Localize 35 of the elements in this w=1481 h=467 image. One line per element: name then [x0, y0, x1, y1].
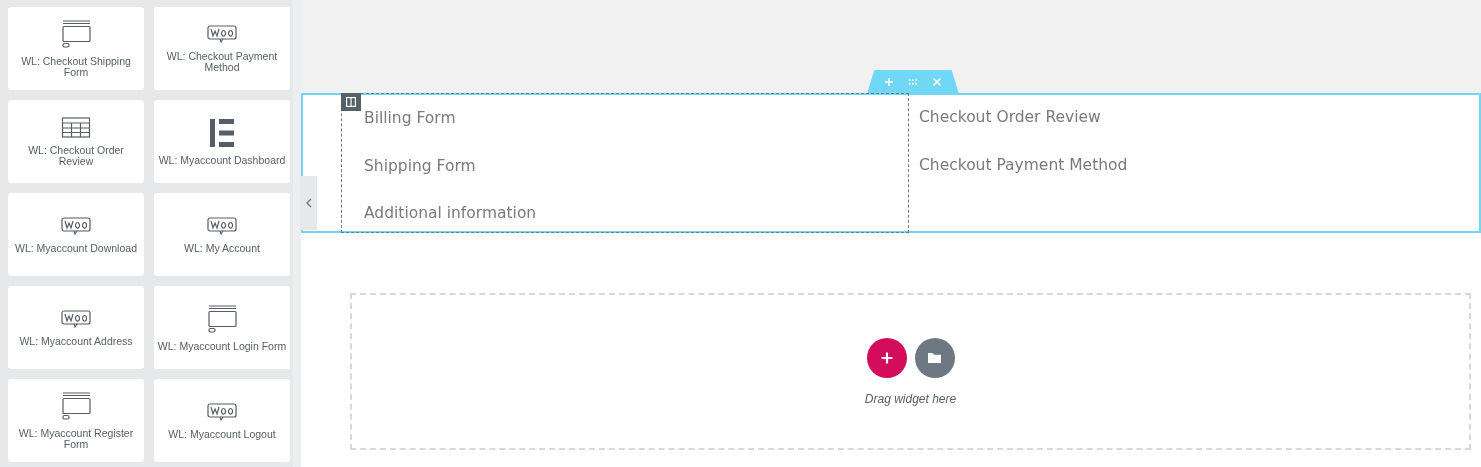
- widget-card[interactable]: WL: Myaccount Logout: [154, 379, 290, 462]
- template-library-button[interactable]: [914, 337, 955, 378]
- add-section-button[interactable]: [866, 337, 907, 378]
- woocommerce-icon: [61, 308, 91, 329]
- drag-handle-icon[interactable]: [908, 77, 918, 87]
- column-handle-icon[interactable]: [341, 93, 361, 111]
- widget-card[interactable]: WL: My Account: [154, 193, 290, 276]
- widget-card[interactable]: WL: Myaccount Register Form: [8, 379, 144, 462]
- widget-heading: Checkout Order Review: [919, 107, 1102, 128]
- widget-card[interactable]: WL: Myaccount Dashboard: [154, 100, 290, 183]
- woocommerce-icon: [207, 215, 237, 236]
- widget-heading: Billing Form: [364, 108, 457, 129]
- form-icon: [61, 19, 91, 49]
- chevron-left-icon: [305, 198, 312, 208]
- widget-heading: Checkout Payment Method: [919, 154, 1129, 176]
- widget-heading: Shipping Form: [364, 155, 477, 177]
- widget-card[interactable]: WL: Myaccount Download: [8, 193, 144, 276]
- add-icon[interactable]: [884, 77, 894, 87]
- widget-card[interactable]: WL: Checkout Order Review: [8, 100, 144, 183]
- collapse-panel-button[interactable]: [300, 176, 317, 230]
- close-icon[interactable]: [932, 77, 942, 87]
- drop-hint: Drag widget here: [864, 391, 957, 406]
- woocommerce-icon: [61, 215, 91, 236]
- widget-card[interactable]: WL: Myaccount Address: [8, 286, 144, 369]
- form-icon: [61, 391, 91, 421]
- plus-icon: [880, 351, 893, 364]
- folder-icon: [927, 351, 942, 364]
- widget-heading: Additional information: [364, 203, 538, 224]
- widget-card[interactable]: WL: Checkout Payment Method: [154, 7, 290, 90]
- woocommerce-icon: [207, 24, 237, 44]
- table-icon: [61, 116, 91, 138]
- widget-card[interactable]: WL: Checkout Shipping Form: [8, 7, 144, 90]
- woocommerce-icon: [207, 401, 237, 422]
- form-icon: [207, 303, 237, 334]
- widget-card[interactable]: WL: Myaccount Login Form: [154, 286, 290, 369]
